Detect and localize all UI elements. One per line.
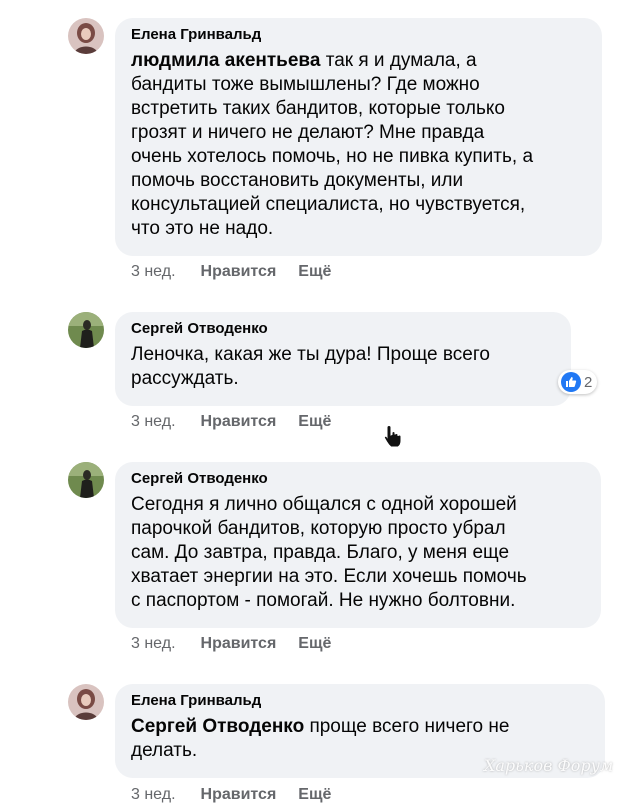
hand-cursor-icon [383, 424, 405, 453]
comment-line: так я и думала, а [325, 50, 477, 71]
more-button[interactable]: Ещё [298, 262, 331, 282]
comment-line: что это не надо. [131, 218, 274, 239]
comment-bubble: Сергей Отводенко Сегодня я лично общался… [115, 462, 601, 628]
comment-line: Леночка, какая же ты дура! Проще всего [131, 344, 490, 365]
comment-actions: 3 нед. Нравится Ещё [131, 262, 331, 282]
comment-line: Сегодня я лично общался с одной хорошей [131, 494, 517, 515]
comment-bubble: Сергей Отводенко Леночка, какая же ты ду… [115, 312, 571, 406]
comment-time[interactable]: 3 нед. [131, 262, 176, 282]
comment-line: сам. До завтра, правда. Благо, у меня ещ… [131, 542, 510, 563]
comment-line: рассуждать. [131, 368, 239, 389]
comment-actions: 3 нед. Нравится Ещё [131, 634, 331, 654]
comment-author[interactable]: Елена Гринвальд [131, 26, 586, 44]
comment-line: грозят и ничего не делают? Мне правда [131, 122, 485, 143]
comment-line: помочь восстановить документы, или [131, 170, 464, 191]
avatar-sergey[interactable] [68, 312, 104, 348]
comment-actions: 3 нед. Нравится Ещё [131, 412, 331, 432]
thumbs-up-icon [561, 372, 581, 392]
comment-time[interactable]: 3 нед. [131, 634, 176, 654]
comment-line: консультацией специалиста, но чувствуетс… [131, 194, 526, 215]
like-button[interactable]: Нравится [201, 412, 277, 432]
comment-line: с паспортом - помогай. Не нужно болтовни… [131, 590, 516, 611]
avatar-sergey[interactable] [68, 462, 104, 498]
more-button[interactable]: Ещё [298, 412, 331, 432]
like-button[interactable]: Нравится [201, 785, 277, 805]
comment-text: Сегодня я лично общался с одной хорошей … [131, 493, 585, 613]
mention-link[interactable]: Сергей Отводенко [131, 716, 304, 737]
comment-author[interactable]: Елена Гринвальд [131, 692, 589, 710]
comment-line: бандиты тоже вымышлены? Где можно [131, 74, 480, 95]
avatar-elena[interactable] [68, 684, 104, 720]
comment-text: людмила акентьева так я и думала, а банд… [131, 49, 586, 241]
more-button[interactable]: Ещё [298, 785, 331, 805]
comment-line: встретить таких бандитов, которые только [131, 98, 505, 119]
like-button[interactable]: Нравится [201, 634, 277, 654]
comment-actions: 3 нед. Нравится Ещё [131, 785, 331, 805]
mention-link[interactable]: людмила акентьева [131, 50, 320, 71]
comment-line: очень хотелось помочь, но не пивка купит… [131, 146, 534, 167]
watermark: Харьков Форум [484, 756, 614, 775]
comment-bubble: Елена Гринвальд людмила акентьева так я … [115, 18, 602, 256]
comment-text: Леночка, какая же ты дура! Проще всего р… [131, 343, 555, 391]
comment-line: проще всего ничего не [309, 716, 510, 737]
comment-line: хватает энергии на это. Если хочешь помо… [131, 566, 527, 587]
reaction-badge[interactable]: 2 [558, 370, 598, 394]
comment-line: делать. [131, 740, 198, 761]
comment-line: парочкой бандитов, которую просто убрал [131, 518, 506, 539]
avatar-elena[interactable] [68, 18, 104, 54]
comment-author[interactable]: Сергей Отводенко [131, 320, 555, 338]
comment-time[interactable]: 3 нед. [131, 412, 176, 432]
comment-author[interactable]: Сергей Отводенко [131, 470, 585, 488]
reaction-count: 2 [584, 373, 593, 391]
more-button[interactable]: Ещё [298, 634, 331, 654]
like-button[interactable]: Нравится [201, 262, 277, 282]
comment-time[interactable]: 3 нед. [131, 785, 176, 805]
